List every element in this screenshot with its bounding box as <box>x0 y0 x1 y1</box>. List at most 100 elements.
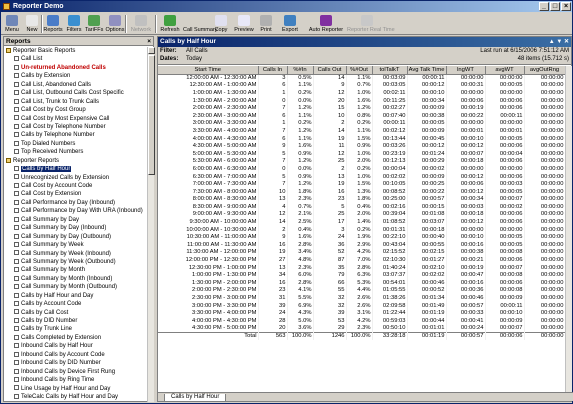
table-row[interactable]: 1:00:00 PM - 1:30:00 PM 34 6.0% 79 6.3% 03:07… <box>158 271 565 280</box>
tree-item[interactable]: Calls by Extension <box>4 72 147 80</box>
column-header[interactable]: Calls Out <box>313 66 347 75</box>
tree-item[interactable]: Line Usage by Half Hour and Day <box>4 385 147 393</box>
print-button[interactable]: Print <box>257 13 275 35</box>
table-row[interactable]: 1:30:00 PM - 2:00:00 PM 16 2.8% 66 5.3% 00:54… <box>158 279 565 287</box>
tree-item[interactable]: Call Cost by Telephone Number <box>4 123 147 131</box>
tree-item[interactable]: TeleCalc Calls by Half Hour and Day <box>4 393 147 401</box>
new-button[interactable]: New <box>23 13 41 35</box>
table-row[interactable]: 2:00:00 PM - 2:30:00 PM 23 4.1% 55 4.4% 01:05… <box>158 286 565 295</box>
table-row[interactable]: 8:00:00 AM - 8:30:00 AM 13 2.3% 23 1.8% 00:25… <box>158 195 565 204</box>
table-row[interactable]: 3:30:00 AM - 4:00:00 AM 7 1.2% 14 1.1% 00:02:… <box>158 127 565 135</box>
table-row[interactable]: 6:00:00 AM - 6:30:00 AM 0 0.0% 2 0.2% 00:00:0… <box>158 165 565 173</box>
tree-item[interactable]: Calls by Call Cost <box>4 309 147 317</box>
grid-vertical-scrollbar[interactable] <box>565 66 572 392</box>
tree-item[interactable]: Call Summary by Day <box>4 216 147 224</box>
tree-item[interactable]: Un-returned Abandoned Calls <box>4 64 147 72</box>
table-row[interactable]: 9:00:00 AM - 9:30:00 AM 12 2.1% 25 2.0% 00:39… <box>158 210 565 219</box>
table-row[interactable]: 2:00:00 AM - 2:30:00 AM 7 1.2% 15 1.2% 00:02:… <box>158 104 565 112</box>
tree-item[interactable]: Inbound Calls by Half Hour <box>4 342 147 350</box>
call-summary-button[interactable]: Call Summary <box>183 13 218 35</box>
tree-item[interactable]: Calls by Trunk Line <box>4 325 147 333</box>
tree-item[interactable]: Call Cost by Most Expensive Call <box>4 115 147 123</box>
column-header[interactable]: %#Out <box>346 66 373 75</box>
tree-item[interactable]: Inbound Calls by Device First Rung <box>4 368 147 376</box>
table-row[interactable]: 2:30:00 PM - 3:00:00 PM 31 5.5% 32 2.6% 01:38… <box>158 294 565 302</box>
filters-button[interactable]: Filters <box>65 13 83 35</box>
table-row[interactable]: 3:00:00 AM - 3:30:00 AM 1 0.2% 2 0.2% 00:00:1… <box>158 119 565 128</box>
tree-item[interactable]: Call List, Trunk to Trunk Calls <box>4 98 147 106</box>
options-button[interactable]: Options <box>105 13 125 35</box>
table-row[interactable]: 4:00:00 PM - 4:30:00 PM 28 5.0% 53 4.2% 00:59… <box>158 317 565 325</box>
tree-folder[interactable]: Reporter Basic Reports <box>4 47 147 55</box>
tree-item[interactable]: Call Summary by Month (Inbound) <box>4 275 147 283</box>
table-row[interactable]: 11:00:00 AM - 11:30:00 AM 16 2.8% 36 2.9% 00:… <box>158 241 565 249</box>
refresh-button[interactable]: Refresh <box>159 13 181 35</box>
table-row[interactable]: 12:30:00 AM - 1:00:00 AM 6 1.1% 9 0.7% 00:03:… <box>158 81 565 90</box>
copy-button[interactable]: Copy <box>211 13 231 35</box>
preview-button[interactable]: Preview <box>233 13 255 35</box>
column-header[interactable]: Start Time <box>158 66 259 75</box>
scroll-up-arrow[interactable] <box>148 47 155 54</box>
tree-item[interactable]: Call Summary by Week <box>4 241 147 249</box>
tree-item[interactable]: Calls by Half Hour <box>4 165 147 173</box>
tree-item[interactable]: Unrecognized Calls by Extension <box>4 174 147 182</box>
tree-item[interactable]: Calls by DID Number <box>4 317 147 325</box>
network-button[interactable]: Network <box>127 13 155 35</box>
table-row[interactable]: 7:00:00 AM - 7:30:00 AM 7 1.2% 19 1.5% 00:10:… <box>158 180 565 188</box>
table-row[interactable]: 5:00:00 AM - 5:30:00 AM 5 0.9% 12 1.0% 00:23:… <box>158 149 565 158</box>
tree-item[interactable]: Call Summary by Week (Outbound) <box>4 258 147 266</box>
tab-calls-by-half-hour[interactable]: Calls by Half Hour <box>164 394 227 402</box>
table-row[interactable]: 4:00:00 AM - 4:30:00 AM 6 1.1% 19 1.5% 00:13:… <box>158 134 565 143</box>
table-row[interactable]: 12:30:00 PM - 1:00:00 PM 13 2.3% 35 2.8% 01:4… <box>158 263 565 272</box>
tree-item[interactable]: Top Received Numbers <box>4 148 147 156</box>
tree-item[interactable]: Inbound Calls by Account Code <box>4 351 147 359</box>
minimize-button[interactable]: _ <box>539 2 549 11</box>
tree-item[interactable]: Calls Completed by Extension <box>4 334 147 342</box>
tree-item[interactable]: Inbound Calls by DID Number <box>4 359 147 367</box>
close-panel-icon[interactable]: × <box>147 37 151 46</box>
table-row[interactable]: 7:30:00 AM - 8:00:00 AM 10 1.8% 16 1.3% 00:08… <box>158 187 565 196</box>
tree-item[interactable]: Call Summary by Week (Inbound) <box>4 250 147 258</box>
tree-item[interactable]: Call Cost by Cost Group <box>4 106 147 114</box>
column-header[interactable]: Calls In <box>258 66 288 75</box>
table-row[interactable]: 5:30:00 AM - 6:00:00 AM 7 1.2% 25 2.0% 00:12:… <box>158 157 565 166</box>
table-row[interactable]: 12:00:00 PM - 12:30:00 PM 27 4.8% 87 7.0% 02:… <box>158 256 565 264</box>
table-row[interactable]: 8:30:00 AM - 9:00:00 AM 4 0.7% 5 0.4% 00:02:1… <box>158 203 565 211</box>
tree-item[interactable]: Call Summary by Day (Inbound) <box>4 224 147 232</box>
tariffs-button[interactable]: TariFFs <box>85 13 103 35</box>
table-row[interactable]: 3:30:00 PM - 4:00:00 PM 24 4.3% 39 3.1% 01:22… <box>158 309 565 317</box>
tree-item[interactable]: Call List <box>4 55 147 63</box>
table-row[interactable]: 6:30:00 AM - 7:00:00 AM 5 0.9% 13 1.0% 00:02:… <box>158 172 565 181</box>
scroll-thumb[interactable] <box>148 55 155 175</box>
tree-item[interactable]: Call Summary by Month (Outbound) <box>4 283 147 291</box>
tree-item[interactable]: Top Dialed Numbers <box>4 140 147 148</box>
title-bar[interactable]: Reporter Demo _ □ × <box>1 1 572 12</box>
tree-scrollbar[interactable] <box>147 47 155 402</box>
column-header[interactable]: Avg Talk Time <box>407 66 447 75</box>
tree-item[interactable]: Call Summary by Month <box>4 266 147 274</box>
table-row[interactable]: 9:30:00 AM - 10:00:00 AM 14 2.5% 17 1.4% 01:0… <box>158 218 565 226</box>
table-row[interactable]: 2:30:00 AM - 3:00:00 AM 6 1.1% 10 0.8% 00:07:… <box>158 111 565 120</box>
auto-reporter-button[interactable]: Auto Reporter <box>307 13 345 35</box>
table-row[interactable]: 10:00:00 AM - 10:30:00 AM 2 0.4% 3 0.2% 00:01… <box>158 225 565 234</box>
tree-item[interactable]: Call Cost by Account Code <box>4 182 147 190</box>
menu-button[interactable]: Menu <box>3 13 21 35</box>
column-header[interactable]: avgOutRng <box>524 66 565 75</box>
maximize-button[interactable]: □ <box>550 2 560 11</box>
close-button[interactable]: × <box>561 2 571 11</box>
tree-item[interactable]: Call List, Outbound Calls Cost Specific <box>4 89 147 97</box>
tree-item[interactable]: Inbound Calls by Ring Time <box>4 376 147 384</box>
tree-item[interactable]: Calls by Half Hour and Day <box>4 292 147 300</box>
tree-item[interactable]: Call List, Abandoned Calls <box>4 81 147 89</box>
column-header[interactable]: %#In <box>287 66 314 75</box>
export-button[interactable]: Export <box>277 13 303 35</box>
table-row[interactable]: 10:30:00 AM - 11:00:00 AM 9 1.6% 24 1.9% 00:2… <box>158 233 565 242</box>
table-row[interactable]: 11:30:00 AM - 12:00:00 PM 19 3.4% 52 4.2% 02:… <box>158 248 565 257</box>
table-row[interactable]: 1:30:00 AM - 2:00:00 AM 0 0.0% 20 1.6% 00:11:… <box>158 96 565 105</box>
column-header[interactable]: lngWT <box>446 66 486 75</box>
report-controls[interactable]: ▲ ▼ ✕ <box>549 37 569 47</box>
table-row[interactable]: 12:00:00 AM - 12:30:00 AM 3 0.5% 14 1.1% 00:0… <box>158 74 565 82</box>
column-header[interactable]: tolTalkT <box>372 66 408 75</box>
tree-item[interactable]: Calls by Account Code <box>4 300 147 308</box>
table-row[interactable]: 4:30:00 PM - 5:00:00 PM 20 3.6% 29 2.3% 00:50… <box>158 324 565 333</box>
